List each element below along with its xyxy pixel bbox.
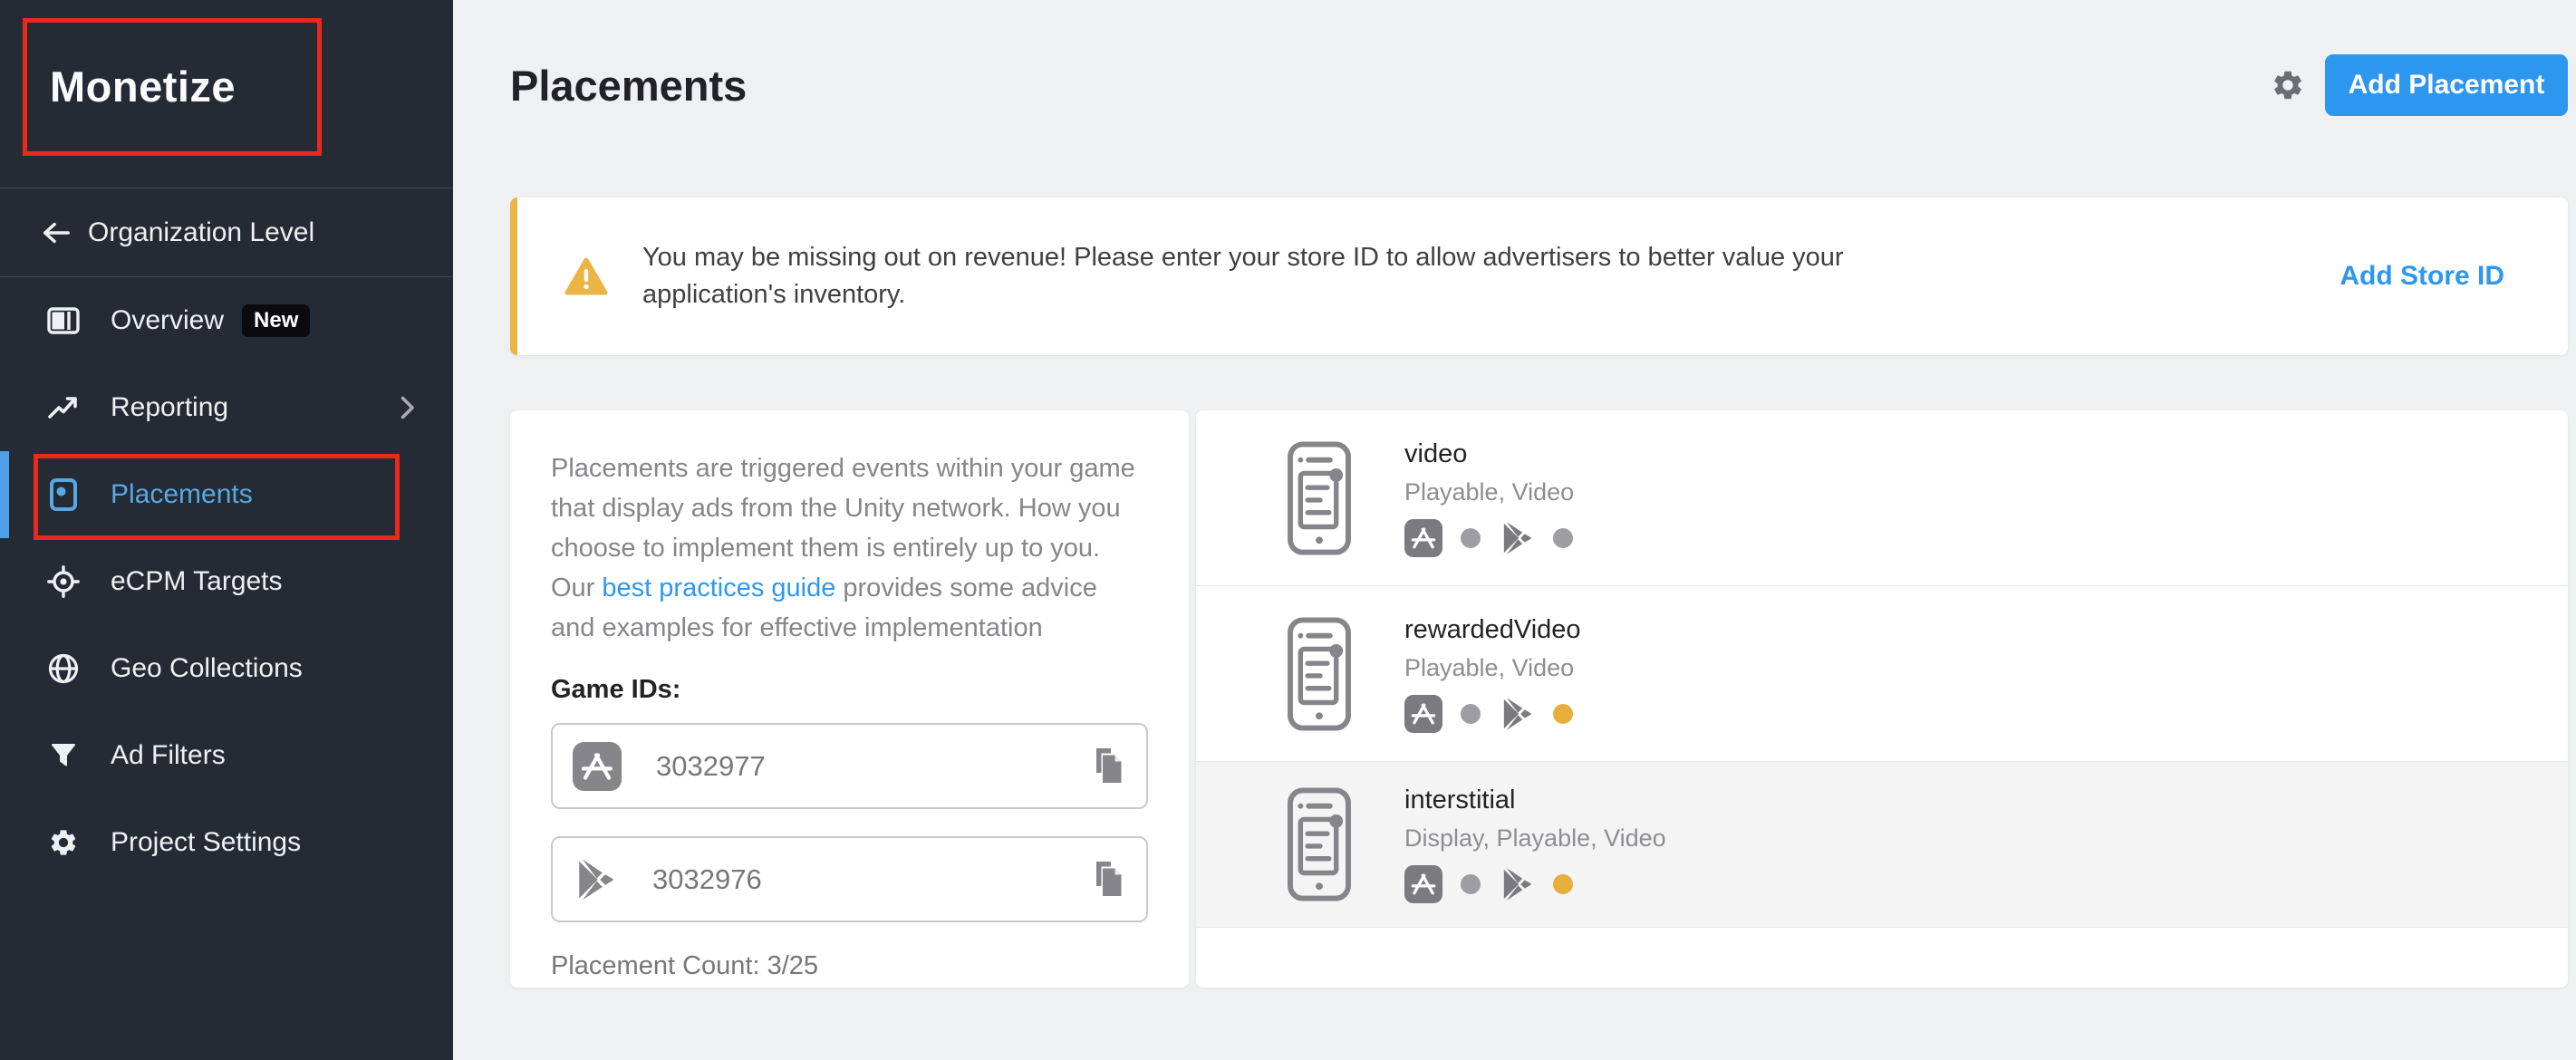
sidebar-item-ecpm-targets[interactable]: eCPM Targets [0, 538, 453, 625]
apple-app-store-icon [1404, 695, 1442, 733]
apple-game-id-input[interactable] [654, 749, 1090, 784]
apple-status-dot [1461, 704, 1481, 724]
placement-count: Placement Count: 3/25 [551, 951, 1148, 981]
google-play-icon [1499, 696, 1535, 732]
chevron-right-icon [400, 396, 415, 419]
placement-row-interstitial[interactable]: interstitial Display, Playable, Video [1196, 762, 2568, 928]
placement-info: video Playable, Video [1404, 439, 1574, 557]
placements-icon [47, 477, 80, 512]
apple-app-store-icon [573, 742, 622, 791]
google-play-icon [1499, 866, 1535, 902]
placement-types: Playable, Video [1404, 478, 1574, 506]
google-play-icon [1499, 520, 1535, 556]
apple-status-dot [1461, 528, 1481, 548]
header-actions: Add Placement [2271, 54, 2568, 116]
target-icon [47, 564, 80, 599]
sidebar-item-label: Organization Level [88, 217, 314, 248]
phone-placement-icon [1287, 441, 1352, 555]
phone-placement-icon [1287, 617, 1352, 731]
copy-icon[interactable] [1090, 859, 1126, 901]
placements-list: video Playable, Video [1196, 410, 2568, 988]
best-practices-link[interactable]: best practices guide [602, 573, 835, 602]
sidebar-item-organization-level[interactable]: Organization Level [0, 188, 453, 277]
sidebar-item-ad-filters[interactable]: Ad Filters [0, 712, 453, 799]
google-game-id-field [551, 836, 1148, 922]
google-game-id-input[interactable] [651, 862, 1090, 897]
page-header: Placements Add Placement [510, 47, 2568, 123]
info-panel: Placements are triggered events within y… [510, 410, 1189, 988]
apple-app-store-icon [1404, 519, 1442, 557]
sidebar-item-label: Ad Filters [111, 740, 226, 771]
sidebar-nav: Overview New Reporting [0, 277, 453, 886]
globe-icon [47, 651, 80, 686]
list-footer-strip [1196, 928, 2568, 988]
apple-status-dot [1461, 874, 1481, 894]
sidebar-item-geo-collections[interactable]: Geo Collections [0, 625, 453, 712]
main-content: Placements Add Placement You may be miss… [453, 0, 2576, 1060]
settings-gear-button[interactable] [2271, 68, 2305, 102]
placement-status-icons [1404, 695, 1581, 733]
placement-types: Display, Playable, Video [1404, 824, 1666, 853]
page-title: Placements [510, 61, 747, 111]
placement-status-icons [1404, 519, 1574, 557]
warning-banner: You may be missing out on revenue! Pleas… [510, 198, 2568, 355]
overview-icon [47, 304, 80, 338]
google-status-dot [1553, 874, 1573, 894]
placement-row-video[interactable]: video Playable, Video [1196, 410, 2568, 586]
google-status-dot [1553, 528, 1573, 548]
banner-message-line2: application's inventory. [642, 276, 1844, 313]
add-store-id-link[interactable]: Add Store ID [2340, 261, 2504, 292]
banner-message: You may be missing out on revenue! Pleas… [642, 239, 1844, 313]
banner-message-line1: You may be missing out on revenue! Pleas… [642, 239, 1844, 276]
back-arrow-icon [41, 220, 72, 246]
copy-icon[interactable] [1090, 746, 1126, 787]
sidebar-item-overview[interactable]: Overview New [0, 277, 453, 364]
warning-triangle-icon [564, 256, 608, 296]
sidebar-item-label: Project Settings [111, 827, 301, 858]
logo-block: Monetize [0, 0, 453, 188]
add-placement-button[interactable]: Add Placement [2325, 54, 2568, 116]
sidebar-item-label: Overview [111, 305, 224, 336]
reporting-icon [47, 390, 80, 425]
apple-app-store-icon [1404, 865, 1442, 903]
game-ids-label: Game IDs: [551, 675, 1148, 705]
funnel-icon [47, 738, 80, 773]
phone-placement-icon [1287, 787, 1352, 901]
placement-name: interstitial [1404, 785, 1666, 815]
sidebar-item-label: eCPM Targets [111, 566, 283, 597]
google-play-icon [573, 857, 618, 902]
sidebar-item-placements[interactable]: Placements [0, 451, 453, 538]
placement-row-rewardedvideo[interactable]: rewardedVideo Playable, Video [1196, 586, 2568, 762]
monetize-dashboard: Monetize Organization Level Overview New [0, 0, 2576, 1060]
placement-types: Playable, Video [1404, 654, 1581, 682]
app-logo: Monetize [50, 62, 236, 111]
new-badge: New [242, 304, 310, 337]
gear-icon [47, 825, 80, 860]
sidebar-item-reporting[interactable]: Reporting [0, 364, 453, 451]
google-status-dot [1553, 704, 1573, 724]
sidebar-item-label: Geo Collections [111, 653, 303, 684]
content-cards: Placements are triggered events within y… [510, 410, 2568, 988]
placement-info: interstitial Display, Playable, Video [1404, 785, 1666, 903]
placement-status-icons [1404, 865, 1666, 903]
placement-name: video [1404, 439, 1574, 469]
sidebar: Monetize Organization Level Overview New [0, 0, 453, 1060]
sidebar-item-label: Placements [111, 479, 253, 510]
placement-name: rewardedVideo [1404, 615, 1581, 645]
sidebar-item-label: Reporting [111, 392, 228, 423]
apple-game-id-field [551, 723, 1148, 809]
active-indicator-bar [0, 451, 9, 538]
sidebar-item-project-settings[interactable]: Project Settings [0, 799, 453, 886]
placement-info: rewardedVideo Playable, Video [1404, 615, 1581, 733]
placements-description: Placements are triggered events within y… [551, 448, 1148, 648]
